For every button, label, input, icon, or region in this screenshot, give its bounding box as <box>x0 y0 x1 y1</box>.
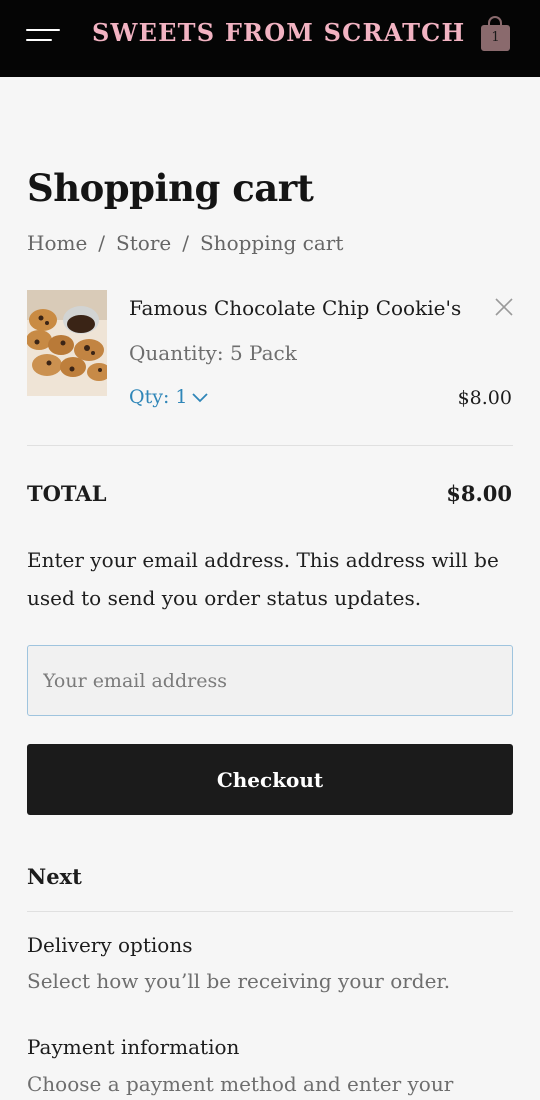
total-value: $8.00 <box>446 481 512 506</box>
divider <box>27 911 513 912</box>
quantity-label: Qty: 1 <box>129 386 188 408</box>
quantity-select[interactable]: Qty: 1 <box>129 386 209 408</box>
breadcrumb-store[interactable]: Store <box>116 231 171 255</box>
email-field[interactable] <box>27 645 513 716</box>
hamburger-menu-icon[interactable] <box>26 26 62 48</box>
shopping-bag-icon[interactable]: 1 <box>480 16 512 54</box>
breadcrumb-current: Shopping cart <box>199 231 344 255</box>
chevron-down-icon <box>192 393 209 403</box>
page-title: Shopping cart <box>27 166 314 210</box>
top-bar: SWEETS FROM SCRATCH 1 <box>0 0 540 77</box>
breadcrumb: Home / Store / Shopping cart <box>27 231 343 255</box>
breadcrumb-separator: / <box>182 231 189 255</box>
cart-item-price: $8.00 <box>457 387 512 409</box>
email-instructions: Enter your email address. This address w… <box>27 548 499 610</box>
divider <box>27 445 513 446</box>
step-description-payment: Choose a payment method and enter your <box>27 1072 454 1096</box>
next-heading: Next <box>27 864 82 889</box>
step-title-delivery: Delivery options <box>27 933 193 957</box>
breadcrumb-home[interactable]: Home <box>27 231 87 255</box>
step-description-delivery: Select how you’ll be receiving your orde… <box>27 969 451 993</box>
cart-item-name[interactable]: Famous Chocolate Chip Cookie's <box>129 296 461 320</box>
cart-count-badge: 1 <box>491 30 500 45</box>
step-title-payment: Payment information <box>27 1035 240 1059</box>
checkout-button[interactable]: Checkout <box>27 744 513 815</box>
breadcrumb-separator: / <box>98 231 106 255</box>
total-label: TOTAL <box>27 481 107 506</box>
product-image[interactable] <box>27 290 107 396</box>
site-brand[interactable]: SWEETS FROM SCRATCH <box>92 18 464 47</box>
cart-item-variant: Quantity: 5 Pack <box>129 341 297 365</box>
remove-item-icon[interactable] <box>492 295 516 319</box>
